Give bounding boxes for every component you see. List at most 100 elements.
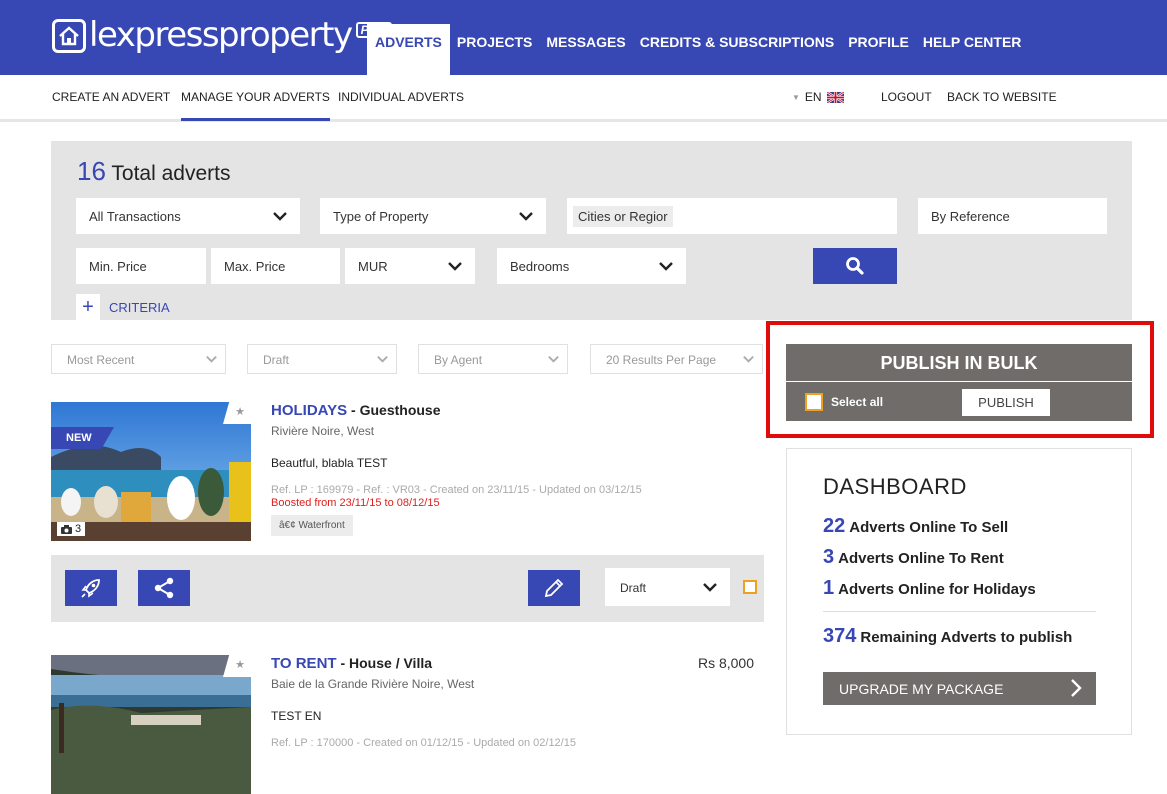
chevron-right-icon xyxy=(1071,679,1082,697)
dashboard-panel: DASHBOARD 22 Adverts Online To Sell 3 Adve… xyxy=(786,448,1132,735)
remaining-count: 374 xyxy=(823,625,857,647)
cities-tag: Cities or Regior xyxy=(573,206,673,227)
logout-link[interactable]: LOGOUT xyxy=(881,90,932,104)
pencil-icon xyxy=(544,578,564,598)
chevron-down-icon xyxy=(703,583,717,592)
photo-count: 3 xyxy=(57,522,86,536)
rocket-icon xyxy=(81,579,100,598)
subnav-create-advert[interactable]: CREATE AN ADVERT xyxy=(52,90,170,104)
rent-label: Adverts Online To Rent xyxy=(838,550,1004,567)
max-price-input[interactable]: Max. Price xyxy=(211,248,340,284)
property-type-select[interactable]: Type of Property xyxy=(320,198,546,234)
listing-card: ★ NEW 3 HOLIDAYS - Guesthouse Rivière No… xyxy=(51,402,764,542)
currency-select[interactable]: MUR xyxy=(345,248,475,284)
plus-icon: + xyxy=(76,294,100,320)
share-button[interactable] xyxy=(138,570,190,606)
listing-ref: Ref. LP : 170000 - Created on 01/12/15 -… xyxy=(271,737,576,749)
per-page-value: 20 Results Per Page xyxy=(606,353,717,367)
per-page-select[interactable]: 20 Results Per Page xyxy=(590,344,763,374)
subnav-manage-adverts[interactable]: MANAGE YOUR ADVERTS xyxy=(181,90,330,121)
logo-text: lexpressproperty xyxy=(89,15,353,55)
listing-status-select[interactable]: Draft xyxy=(605,568,730,606)
listing-kind: House / Villa xyxy=(349,655,433,671)
rent-count: 3 xyxy=(823,546,835,568)
stat-holidays[interactable]: 1 Adverts Online for Holidays xyxy=(823,577,1036,600)
listing-kind: Guesthouse xyxy=(359,402,441,418)
back-to-website-link[interactable]: BACK TO WEBSITE xyxy=(947,90,1057,104)
site-logo[interactable]: lexpressproperty PRO xyxy=(52,14,392,58)
nav-credits[interactable]: CREDITS & SUBSCRIPTIONS xyxy=(633,24,841,75)
language-label: EN xyxy=(804,90,822,104)
listing-description: Beautful, blabla TEST xyxy=(271,456,388,470)
chevron-down-icon xyxy=(519,212,533,221)
total-count: 16 xyxy=(77,156,106,186)
select-all-checkbox[interactable] xyxy=(805,393,823,411)
cities-input[interactable]: Cities or Regior xyxy=(567,198,897,234)
boost-button[interactable] xyxy=(65,570,117,606)
listing-photo[interactable]: ★ xyxy=(51,655,251,794)
listing-photo[interactable]: ★ NEW 3 xyxy=(51,402,251,541)
status-filter-value: Draft xyxy=(263,353,290,367)
reference-input[interactable]: By Reference xyxy=(918,198,1107,234)
sort-value: Most Recent xyxy=(67,353,135,367)
listing-description: TEST EN xyxy=(271,709,322,723)
total-label: Total adverts xyxy=(111,162,231,185)
nav-adverts[interactable]: ADVERTS xyxy=(367,24,450,75)
language-selector[interactable]: ▼ EN xyxy=(792,90,844,104)
property-type-value: Type of Property xyxy=(333,209,429,224)
sort-select[interactable]: Most Recent xyxy=(51,344,226,374)
select-all-label[interactable]: Select all xyxy=(831,395,883,409)
feature-tag: â€¢ Waterfront xyxy=(271,515,353,536)
sell-count: 22 xyxy=(823,515,846,537)
listing-title[interactable]: HOLIDAYS - Guesthouse xyxy=(271,402,441,419)
nav-messages[interactable]: MESSAGES xyxy=(539,24,632,75)
publish-bulk-panel: PUBLISH IN BULK Select all PUBLISH xyxy=(786,344,1132,421)
nav-projects[interactable]: PROJECTS xyxy=(450,24,539,75)
publish-bulk-title: PUBLISH IN BULK xyxy=(786,344,1132,382)
remaining-label: Remaining Adverts to publish xyxy=(860,629,1073,646)
camera-icon xyxy=(61,524,72,534)
min-price-input[interactable]: Min. Price xyxy=(76,248,206,284)
criteria-toggle[interactable]: + CRITERIA xyxy=(76,294,170,320)
listing-actions: Draft xyxy=(51,555,764,622)
bedrooms-value: Bedrooms xyxy=(510,259,570,274)
listing-transaction: HOLIDAYS xyxy=(271,402,348,419)
nav-profile[interactable]: PROFILE xyxy=(841,24,916,75)
holiday-count: 1 xyxy=(823,577,835,599)
search-panel: 16 Total adverts All Transactions Type o… xyxy=(51,141,1132,320)
stat-rent[interactable]: 3 Adverts Online To Rent xyxy=(823,546,1004,569)
divider xyxy=(823,611,1096,612)
listing-select-checkbox[interactable] xyxy=(743,580,757,594)
agent-filter-value: By Agent xyxy=(434,353,483,367)
chevron-down-icon xyxy=(743,355,754,363)
caret-down-icon: ▼ xyxy=(792,92,800,102)
agent-filter-select[interactable]: By Agent xyxy=(418,344,568,374)
subnav-individual-adverts[interactable]: INDIVIDUAL ADVERTS xyxy=(338,90,464,104)
listing-title[interactable]: TO RENT - House / Villa xyxy=(271,655,432,672)
upgrade-package-button[interactable]: UPGRADE MY PACKAGE xyxy=(823,672,1096,705)
sub-nav: CREATE AN ADVERT MANAGE YOUR ADVERTS IND… xyxy=(0,75,1167,122)
beach-photo-image xyxy=(51,402,251,541)
transaction-select[interactable]: All Transactions xyxy=(76,198,300,234)
bedrooms-select[interactable]: Bedrooms xyxy=(497,248,686,284)
currency-value: MUR xyxy=(358,259,388,274)
chevron-down-icon xyxy=(448,262,462,271)
chevron-down-icon xyxy=(548,355,559,363)
sell-label: Adverts Online To Sell xyxy=(849,519,1009,536)
search-icon xyxy=(846,257,864,275)
chevron-down-icon xyxy=(377,355,388,363)
listing-location: Rivière Noire, West xyxy=(271,424,375,438)
edit-button[interactable] xyxy=(528,570,580,606)
upgrade-label: UPGRADE MY PACKAGE xyxy=(839,681,1004,697)
status-filter-select[interactable]: Draft xyxy=(247,344,397,374)
top-header: lexpressproperty PRO ADVERTS PROJECTS ME… xyxy=(0,0,1167,75)
nav-help[interactable]: HELP CENTER xyxy=(916,24,1029,75)
chevron-down-icon xyxy=(206,355,217,363)
publish-button[interactable]: PUBLISH xyxy=(962,389,1050,416)
chevron-down-icon xyxy=(273,212,287,221)
listing-location: Baie de la Grande Rivière Noire, West xyxy=(271,677,475,691)
photo-count-value: 3 xyxy=(75,523,82,535)
stat-sell[interactable]: 22 Adverts Online To Sell xyxy=(823,515,1008,538)
search-button[interactable] xyxy=(813,248,897,284)
holiday-label: Adverts Online for Holidays xyxy=(838,581,1036,598)
